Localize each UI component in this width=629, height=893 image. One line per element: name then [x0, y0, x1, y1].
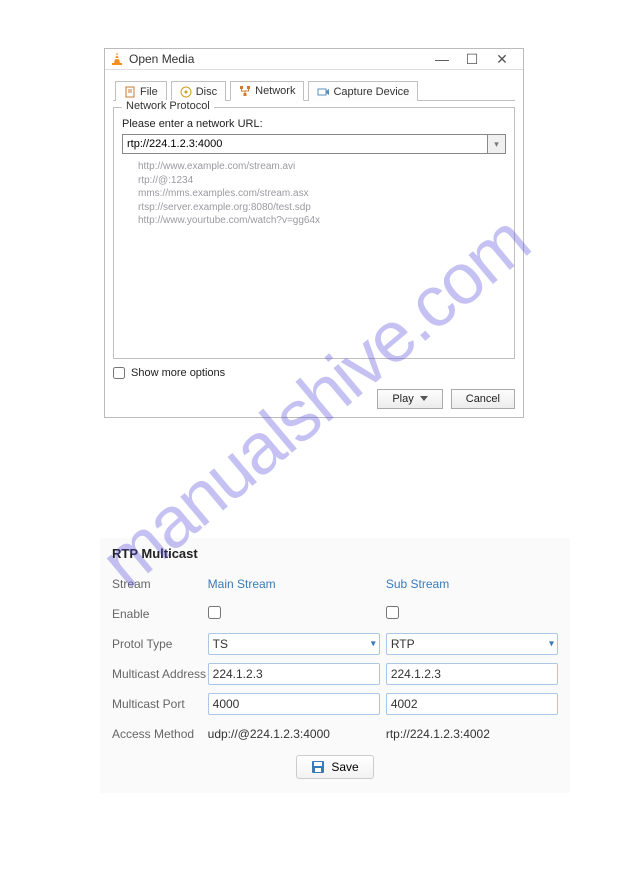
tab-network[interactable]: Network	[230, 81, 304, 101]
address-sub-input[interactable]	[386, 663, 558, 685]
chevron-down-icon: ▾	[494, 139, 499, 150]
enable-main-checkbox[interactable]	[208, 606, 221, 619]
url-hints: http://www.example.com/stream.avi rtp://…	[138, 160, 506, 228]
rtp-multicast-panel: RTP Multicast Stream Main Stream Sub Str…	[100, 538, 570, 793]
close-button[interactable]: ✕	[487, 52, 517, 66]
show-more-options-checkbox[interactable]	[113, 367, 125, 379]
rtp-title: RTP Multicast	[112, 546, 558, 561]
maximize-button[interactable]: ☐	[457, 52, 487, 66]
row-label-stream: Stream	[112, 577, 208, 591]
col-header-sub: Sub Stream	[386, 577, 558, 591]
vlc-cone-icon	[111, 52, 123, 66]
show-more-options-row[interactable]: Show more options	[113, 367, 515, 379]
tab-disc[interactable]: Disc	[171, 81, 226, 101]
hint-line: http://www.example.com/stream.avi	[138, 160, 506, 174]
capture-icon	[317, 86, 329, 98]
tab-disc-label: Disc	[196, 86, 217, 98]
row-label-enable: Enable	[112, 607, 208, 621]
port-sub-input[interactable]	[386, 693, 558, 715]
protocol-main-select[interactable]: TS	[208, 633, 380, 655]
row-label-port: Multicast Port	[112, 697, 208, 711]
url-prompt-label: Please enter a network URL:	[122, 118, 506, 130]
hint-line: rtsp://server.example.org:8080/test.sdp	[138, 201, 506, 215]
row-label-protocol: Protol Type	[112, 637, 208, 651]
vlc-open-media-dialog: Open Media — ☐ ✕ File Disc Network Captu…	[104, 48, 524, 418]
show-more-options-label: Show more options	[131, 367, 225, 379]
play-button[interactable]: Play	[377, 389, 442, 409]
save-button[interactable]: Save	[296, 755, 373, 779]
row-label-access: Access Method	[112, 727, 208, 741]
tabbar: File Disc Network Capture Device	[113, 80, 515, 101]
port-main-input[interactable]	[208, 693, 380, 715]
cancel-button[interactable]: Cancel	[451, 389, 515, 409]
dropdown-caret-icon	[420, 396, 428, 401]
tab-capture[interactable]: Capture Device	[308, 81, 418, 101]
play-button-label: Play	[392, 393, 413, 405]
hint-line: rtp://@:1234	[138, 174, 506, 188]
network-protocol-group: Network Protocol Please enter a network …	[113, 107, 515, 359]
tab-file-label: File	[140, 86, 158, 98]
hint-line: mms://mms.examples.com/stream.asx	[138, 187, 506, 201]
protocol-sub-select[interactable]: RTP	[386, 633, 558, 655]
file-icon	[124, 86, 136, 98]
tab-capture-label: Capture Device	[333, 86, 409, 98]
col-header-main: Main Stream	[208, 577, 380, 591]
access-main-value: udp://@224.1.2.3:4000	[208, 727, 380, 741]
url-dropdown-button[interactable]: ▾	[488, 134, 506, 154]
titlebar: Open Media — ☐ ✕	[105, 49, 523, 70]
hint-line: http://www.yourtube.com/watch?v=gg64x	[138, 214, 506, 228]
address-main-input[interactable]	[208, 663, 380, 685]
cancel-button-label: Cancel	[466, 393, 500, 405]
access-sub-value: rtp://224.1.2.3:4002	[386, 727, 558, 741]
group-legend: Network Protocol	[122, 100, 214, 112]
network-icon	[239, 85, 251, 97]
tab-file[interactable]: File	[115, 81, 167, 101]
window-title: Open Media	[129, 52, 427, 66]
minimize-button[interactable]: —	[427, 52, 457, 66]
enable-sub-checkbox[interactable]	[386, 606, 399, 619]
row-label-address: Multicast Address	[112, 667, 208, 681]
tab-network-label: Network	[255, 85, 295, 97]
save-button-label: Save	[331, 760, 358, 774]
save-icon	[311, 760, 325, 774]
disc-icon	[180, 86, 192, 98]
network-url-input[interactable]	[122, 134, 488, 154]
